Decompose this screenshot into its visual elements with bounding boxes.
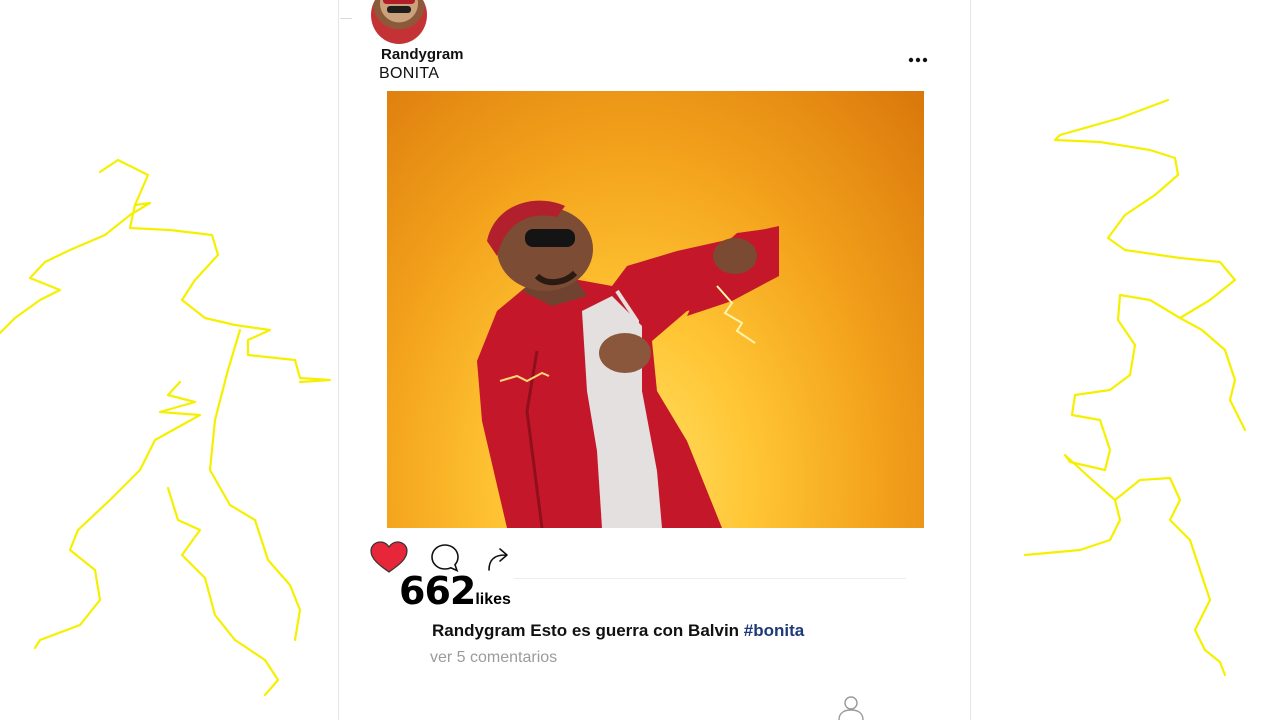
- profile-icon[interactable]: [836, 694, 866, 721]
- post-photo[interactable]: [387, 91, 924, 528]
- left-yellow-scribble: [0, 158, 332, 697]
- caption-text: Esto es guerra con Balvin: [530, 621, 740, 640]
- likes-label: likes: [475, 591, 511, 608]
- top-divider: [340, 0, 352, 19]
- avatar-cap: [383, 0, 415, 4]
- post-subtitle: BONITA: [379, 65, 440, 82]
- likes-count[interactable]: 662likes: [399, 569, 511, 613]
- caption-username[interactable]: Randygram: [432, 621, 526, 640]
- likes-number: 662: [399, 569, 476, 613]
- view-comments-link[interactable]: ver 5 comentarios: [430, 649, 557, 667]
- caption-hashtag[interactable]: #bonita: [744, 621, 804, 640]
- avatar-sunglasses: [387, 6, 411, 13]
- post-username[interactable]: Randygram: [381, 46, 464, 63]
- actions-divider: [514, 578, 906, 579]
- avatar[interactable]: [371, 0, 427, 44]
- post-caption: Randygram Esto es guerra con Balvin #bon…: [432, 621, 804, 641]
- more-horizontal-icon[interactable]: [907, 50, 929, 68]
- post-card: Randygram BONITA 662likes Randygram Esto…: [338, 0, 971, 721]
- right-yellow-scribble: [1023, 98, 1247, 677]
